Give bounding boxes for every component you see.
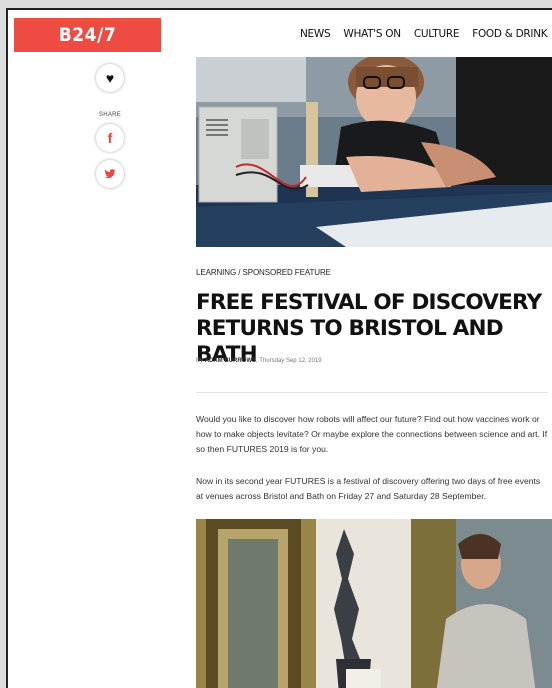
byline-prefix: By (196, 358, 204, 364)
browser-page: B24/7 NEWS WHAT'S ON CULTURE FOOD & DRIN… (6, 8, 552, 688)
byline-date: , Thursday Sep 12, 2019 (256, 358, 322, 364)
twitter-icon[interactable] (96, 160, 124, 188)
facebook-icon[interactable]: f (96, 124, 124, 152)
share-sidebar: ♥ SHARE f (92, 64, 128, 188)
hero-image (196, 57, 552, 247)
nav-item-food-drink[interactable]: FOOD & DRINK (472, 28, 547, 40)
site-logo[interactable]: B24/7 (14, 18, 161, 52)
share-label: SHARE (98, 112, 122, 118)
main-nav: NEWS WHAT'S ON CULTURE FOOD & DRINK B (300, 28, 552, 40)
byline-author[interactable]: ADAM BURROWS (205, 358, 256, 364)
nav-item-culture[interactable]: CULTURE (414, 28, 460, 40)
museum-photo (196, 519, 552, 688)
nav-item-news[interactable]: NEWS (300, 28, 331, 40)
article-category[interactable]: LEARNING / SPONSORED FEATURE (196, 268, 331, 277)
site-header: B24/7 NEWS WHAT'S ON CULTURE FOOD & DRIN… (8, 10, 552, 54)
twitter-bird-icon (104, 169, 116, 179)
byline: By ADAM BURROWS, Thursday Sep 12, 2019 (196, 358, 322, 364)
article-paragraph: Would you like to discover how robots wi… (196, 414, 548, 454)
article-title: FREE FESTIVAL OF DISCOVERY RETURNS TO BR… (196, 290, 542, 367)
divider (196, 392, 548, 393)
article-paragraph: Now in its second year FUTURES is a fest… (196, 476, 541, 501)
heart-icon[interactable]: ♥ (96, 64, 124, 92)
nav-item-whats-on[interactable]: WHAT'S ON (343, 28, 401, 40)
